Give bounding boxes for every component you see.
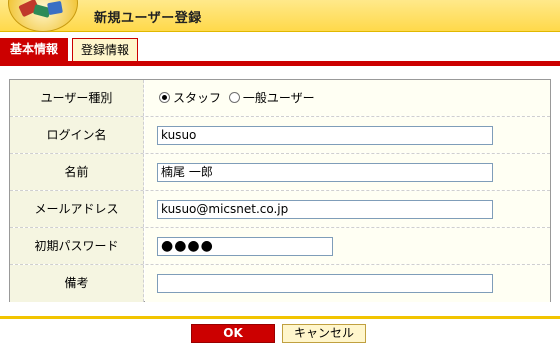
form-row-remarks: 備考 [10,265,550,302]
general-user-radio-label[interactable]: 一般ユーザー [243,91,315,105]
staff-radio-label[interactable]: スタッフ [173,91,221,105]
email-input[interactable]: kusuo@micsnet.co.jp [157,200,493,219]
email-label: メールアドレス [10,191,144,227]
tab-bar: 基本情報 登録情報 [0,38,560,62]
name-input[interactable]: 楠尾 一郎 [157,163,493,182]
user-form: ユーザー種別 スタッフ 一般ユーザー ログイン名 kusuo 名前 楠尾 一郎 … [9,79,551,302]
general-user-radio[interactable] [228,92,240,103]
remarks-label: 備考 [10,265,144,302]
form-row-email: メールアドレス kusuo@micsnet.co.jp [10,191,550,228]
user-type-radio-group: スタッフ 一般ユーザー [159,80,319,117]
footer-divider [0,316,560,319]
password-label: 初期パスワード [10,228,144,264]
remarks-input[interactable] [157,274,493,293]
password-input[interactable]: ●●●● [157,237,333,256]
staff-radio[interactable] [159,92,170,103]
page-title: 新規ユーザー登録 [94,11,202,26]
tab-registration-info[interactable]: 登録情報 [72,38,138,62]
book-icon [47,0,63,16]
form-row-user-type: ユーザー種別 スタッフ 一般ユーザー [10,80,550,117]
form-row-login-name: ログイン名 kusuo [10,117,550,154]
app-logo [0,0,86,32]
login-name-label: ログイン名 [10,117,144,153]
name-label: 名前 [10,154,144,190]
form-row-name: 名前 楠尾 一郎 [10,154,550,191]
header-bar: 新規ユーザー登録 [0,0,560,32]
ok-button[interactable]: OK [191,324,275,343]
cancel-button[interactable]: キャンセル [282,324,366,343]
user-type-label: ユーザー種別 [10,80,144,116]
tab-basic-info[interactable]: 基本情報 [0,38,68,62]
login-name-input[interactable]: kusuo [157,126,493,145]
form-row-password: 初期パスワード ●●●● [10,228,550,265]
tab-divider [0,61,560,66]
